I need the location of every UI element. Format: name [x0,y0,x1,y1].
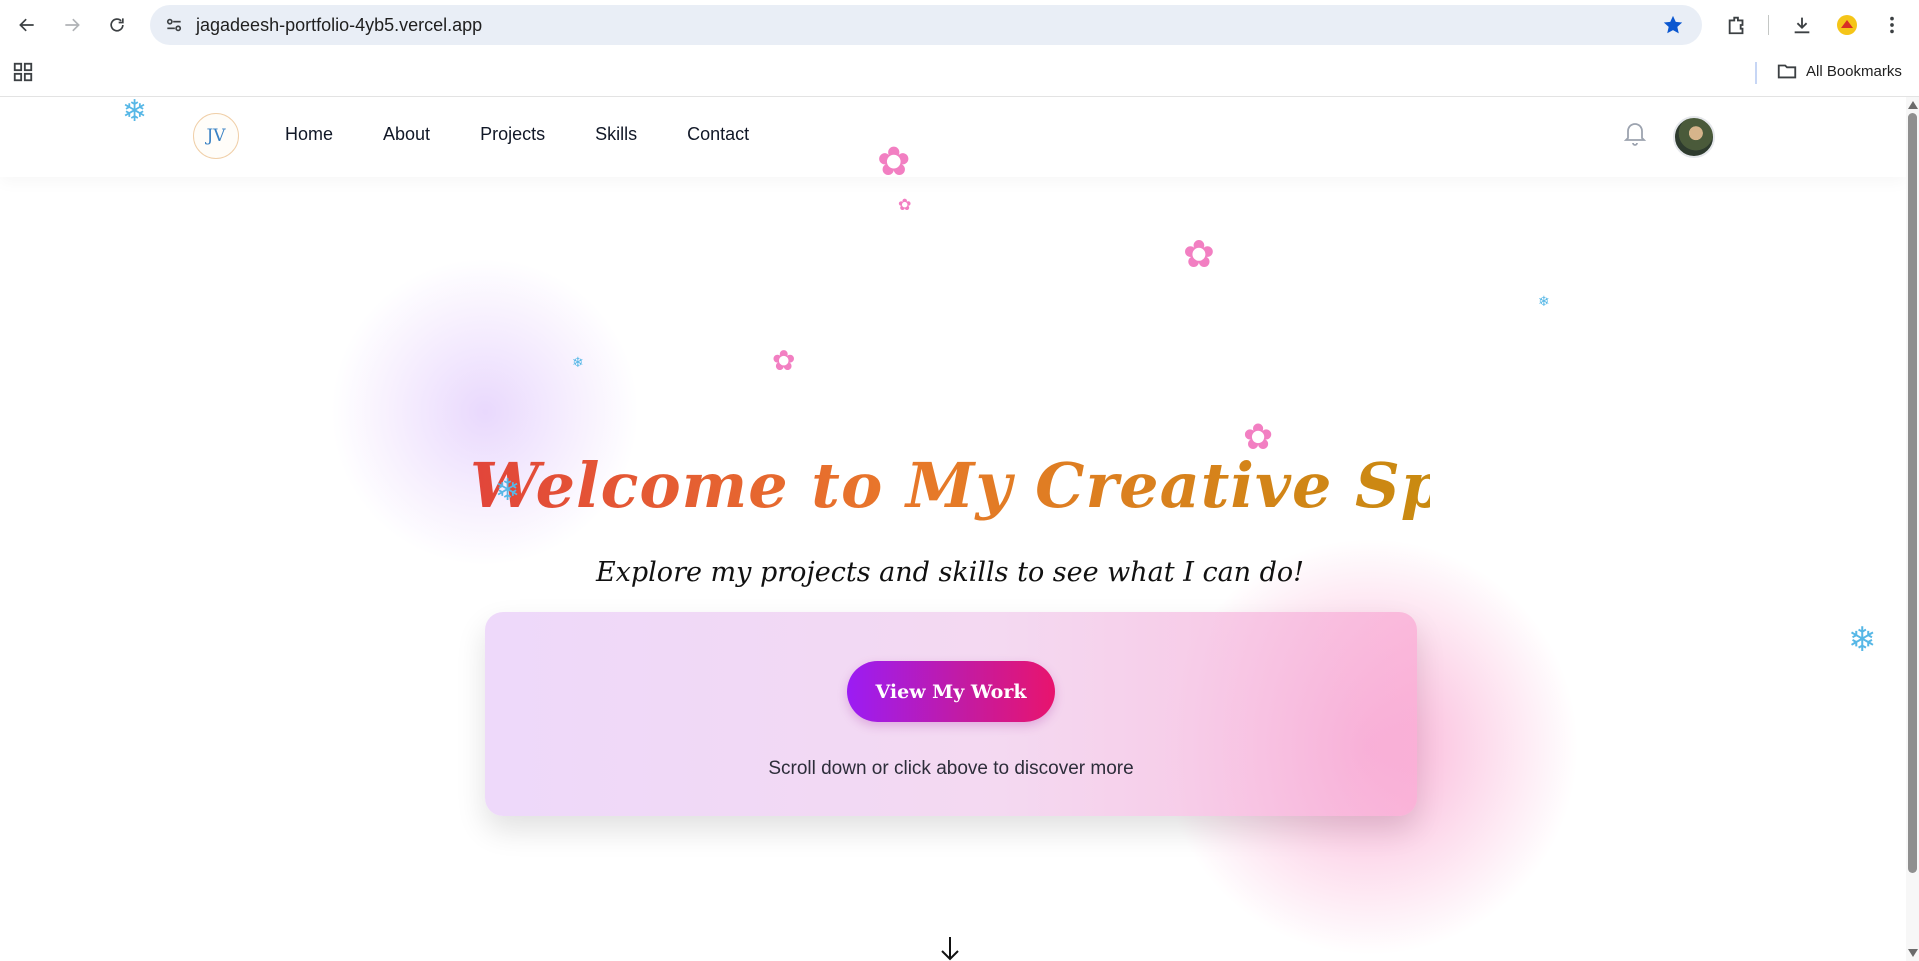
nav-about[interactable]: About [383,124,430,145]
bookmarks-divider [1755,62,1757,84]
flower-icon: ✿ [1243,416,1274,457]
url-text[interactable]: jagadeesh-portfolio-4yb5.vercel.app [196,15,482,36]
scroll-thumb[interactable] [1908,113,1917,873]
cta-hint-text: Scroll down or click above to discover m… [768,758,1134,779]
extensions-icon[interactable] [1723,11,1751,39]
forward-button[interactable] [55,9,89,41]
view-my-work-button[interactable]: View My Work [847,661,1055,722]
all-bookmarks-label: All Bookmarks [1806,62,1902,80]
main-nav: Home About Projects Skills Contact [285,124,799,145]
arrow-right-icon [65,18,80,32]
page-viewport: JV Home About Projects Skills Contact We… [0,97,1906,961]
site-settings-icon[interactable] [162,13,186,37]
site-header: JV Home About Projects Skills Contact [0,97,1906,177]
apps-grid-icon[interactable] [12,61,36,85]
flower-icon: ✿ [772,345,796,376]
all-bookmarks-button[interactable]: All Bookmarks [1776,60,1902,82]
flower-icon: ✿ [898,197,912,214]
browser-toolbar: jagadeesh-portfolio-4yb5.vercel.app [0,0,1919,50]
arrow-down-icon[interactable] [938,935,964,961]
nav-projects[interactable]: Projects [480,124,545,145]
flower-icon: ✿ [1183,234,1215,276]
scroll-down-arrow-icon[interactable] [1908,949,1918,957]
profile-icon[interactable] [1833,11,1861,39]
nav-skills[interactable]: Skills [595,124,637,145]
snowflake-icon: ❄ [572,354,584,370]
address-bar[interactable]: jagadeesh-portfolio-4yb5.vercel.app [150,5,1702,45]
hero-title: Welcome to My Creative Space [470,448,1566,522]
hero-subtitle: Explore my projects and skills to see wh… [595,557,1305,588]
flower-icon: ✿ [877,140,911,184]
reload-icon [110,18,124,32]
arrow-left-icon [19,18,34,32]
site-logo[interactable]: JV [193,113,239,159]
bookmarks-bar: All Bookmarks [0,50,1919,97]
back-button[interactable] [10,9,44,41]
toolbar-divider [1768,15,1769,35]
downloads-icon[interactable] [1788,11,1816,39]
folder-icon [1777,64,1797,79]
cta-card: View My Work Scroll down or click above … [485,612,1417,816]
snowflake-icon: ❄ [1538,293,1550,309]
page-scrollbar[interactable] [1906,97,1919,961]
nav-contact[interactable]: Contact [687,124,749,145]
bell-icon[interactable] [1623,119,1649,149]
scroll-up-arrow-icon[interactable] [1908,101,1918,109]
snowflake-icon: ❄ [495,474,521,507]
reload-button[interactable] [100,9,134,41]
menu-kebab-icon[interactable] [1878,11,1906,39]
snowflake-icon: ❄ [1848,621,1877,659]
user-avatar[interactable] [1673,116,1715,158]
nav-home[interactable]: Home [285,124,333,145]
snowflake-icon: ❄ [122,97,148,128]
bookmark-star-icon[interactable] [1662,14,1684,36]
